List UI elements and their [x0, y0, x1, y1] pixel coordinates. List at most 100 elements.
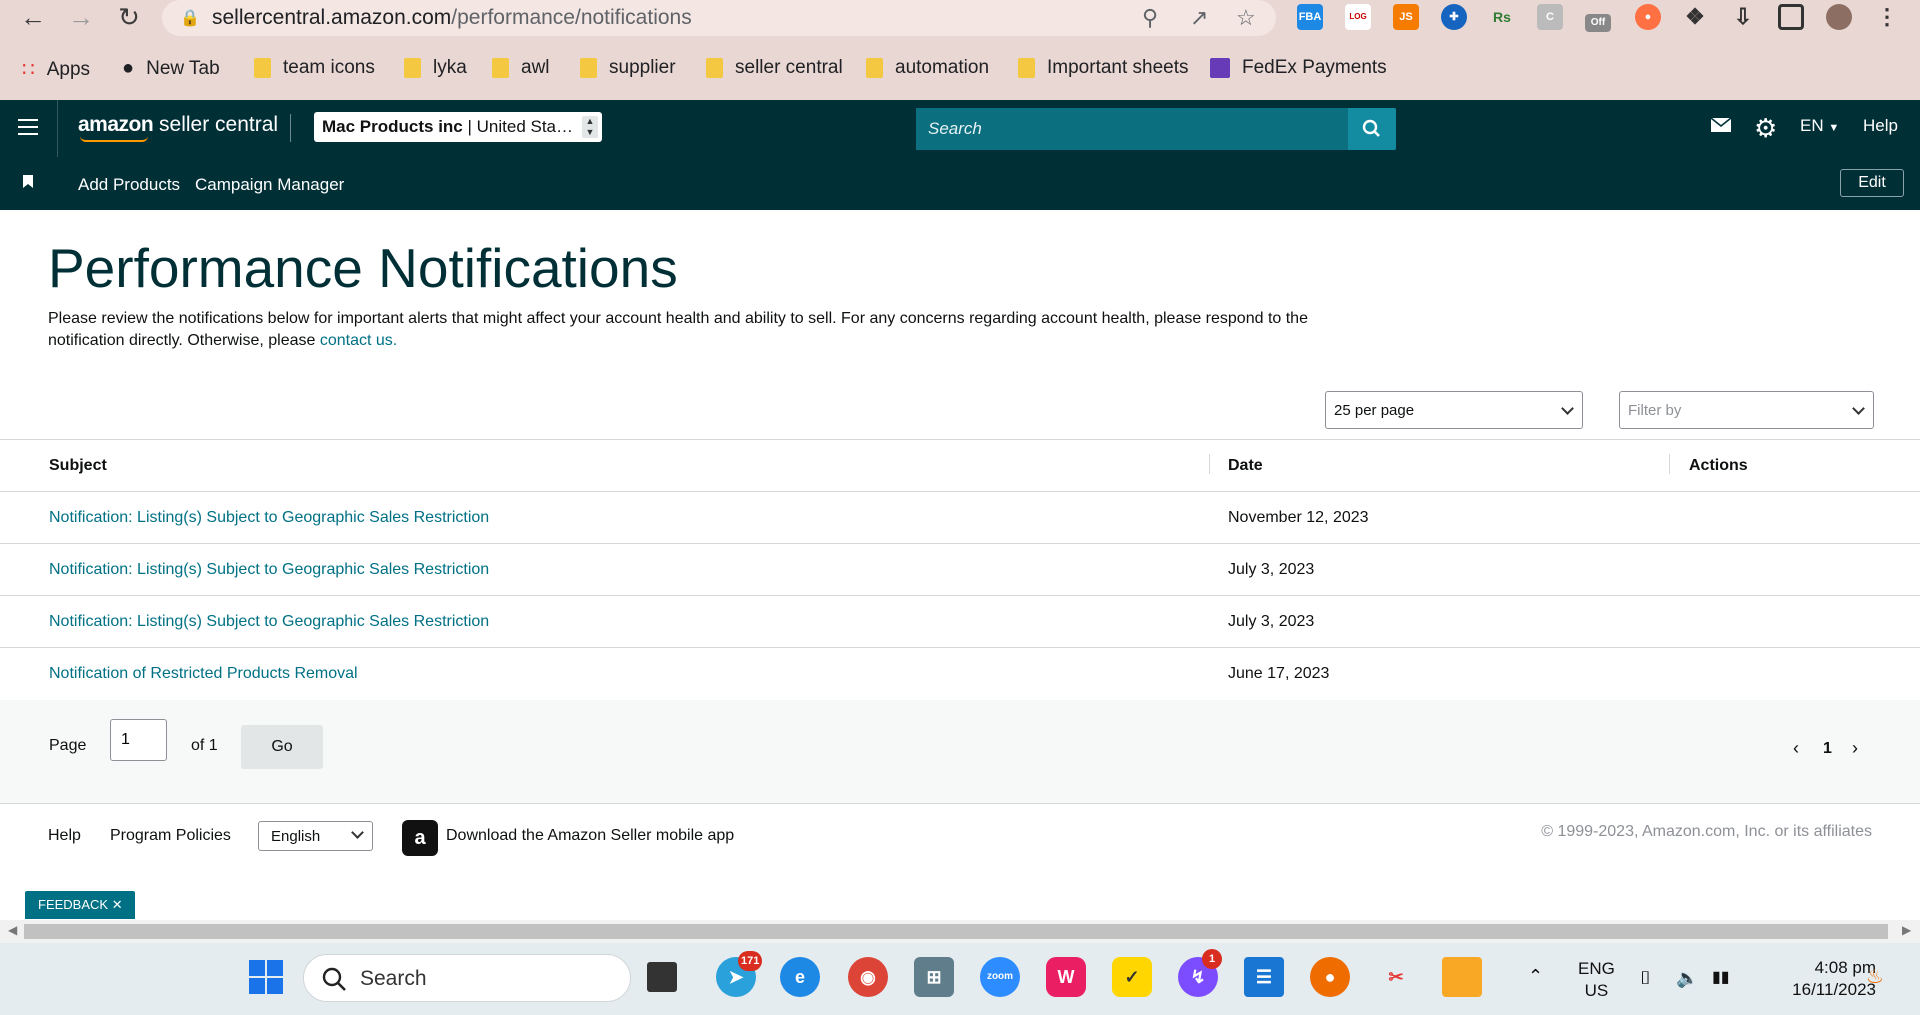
notification-subject-link[interactable]: Notification of Restricted Products Remo… [49, 665, 358, 683]
account-switcher[interactable]: Mac Products inc | United Sta… ▲ ▼ [314, 112, 602, 142]
shortcut-add-products[interactable]: Add Products [78, 175, 180, 195]
footer-language-select[interactable]: English [258, 821, 373, 851]
url-text[interactable]: sellercentral.amazon.com/performance/not… [212, 6, 692, 30]
profile-avatar[interactable] [1826, 4, 1852, 30]
edit-button[interactable]: Edit [1840, 169, 1904, 197]
per-page-select[interactable]: 25 per page [1325, 391, 1583, 429]
chevron-up-icon[interactable]: ⌃ [1528, 965, 1543, 987]
calculator-icon[interactable]: ⊞ [914, 957, 954, 997]
wifi-icon[interactable]: ⌷ [1640, 967, 1651, 989]
bookmark-team-icons[interactable]: team icons [254, 57, 375, 79]
current-page-number[interactable]: 1 [1823, 740, 1832, 758]
language-switcher[interactable]: EN ▼ [1800, 116, 1839, 136]
feedback-button[interactable]: FEEDBACK ✕ [25, 891, 135, 919]
bookmark-seller-central[interactable]: seller central [706, 57, 843, 79]
previous-page-icon[interactable]: ‹ [1793, 738, 1799, 759]
seller-central-logo[interactable]: amazon seller central [78, 113, 278, 142]
js-extension-icon[interactable]: JS [1393, 4, 1419, 30]
back-arrow-icon[interactable]: ← [18, 2, 48, 32]
account-name: Mac Products inc [322, 117, 463, 136]
search-input[interactable] [916, 108, 1348, 150]
scroll-right-icon[interactable]: ▶ [1902, 923, 1911, 937]
page-number-input[interactable] [110, 719, 167, 761]
bookmark-new-tab[interactable]: ● New Tab [122, 57, 220, 80]
bookmark-apps[interactable]: ∷ Apps [22, 57, 90, 82]
notification-subject-link[interactable]: Notification: Listing(s) Subject to Geog… [49, 509, 489, 527]
scroll-left-icon[interactable]: ◀ [8, 923, 17, 937]
footer-help-link[interactable]: Help [48, 827, 81, 845]
folder-icon [404, 58, 421, 78]
paint-icon[interactable]: ● [1310, 957, 1350, 997]
gear-icon[interactable]: ⚙ [1754, 113, 1777, 144]
help-link[interactable]: Help [1863, 116, 1898, 136]
amazon-app-icon[interactable]: a [402, 820, 438, 856]
go-button[interactable]: Go [241, 725, 323, 769]
folder-icon [580, 58, 597, 78]
bookmark-label: supplier [609, 57, 676, 78]
mail-icon[interactable] [1710, 116, 1732, 139]
taskbar-search[interactable]: Search [303, 954, 631, 1002]
scrollbar-thumb[interactable] [24, 924, 1888, 939]
off-extension-icon[interactable]: Off [1585, 14, 1611, 32]
bookmark-supplier[interactable]: supplier [580, 57, 676, 79]
snipping-tool-icon[interactable]: ✂ [1376, 957, 1416, 997]
notepad-icon[interactable]: ☰ [1244, 957, 1284, 997]
share-icon[interactable]: ↗ [1190, 5, 1208, 31]
clock[interactable]: 4:08 pm 16/11/2023 [1760, 957, 1876, 1001]
puzzle-extensions-icon[interactable]: ❖ [1682, 4, 1708, 30]
telegram-icon[interactable]: ➤ 171 [716, 951, 763, 997]
search-button[interactable] [1348, 108, 1396, 150]
globe-extension-icon[interactable]: ✚ [1441, 4, 1467, 30]
notification-subject-link[interactable]: Notification: Listing(s) Subject to Geog… [49, 561, 489, 579]
bookmark-automation[interactable]: automation [866, 57, 989, 79]
messenger-icon[interactable]: ↯ 1 [1178, 949, 1222, 997]
zoom-app-icon[interactable]: zoom [980, 957, 1020, 997]
column-header-date[interactable]: Date [1228, 457, 1263, 475]
bookmark-label: awl [521, 57, 550, 78]
ext-extension-icon[interactable]: C [1537, 4, 1563, 30]
edge-icon[interactable]: e [780, 957, 820, 997]
chevron-down-icon [1852, 402, 1865, 415]
footer-program-policies-link[interactable]: Program Policies [110, 827, 231, 845]
circle-extension-icon[interactable]: ● [1635, 4, 1661, 30]
hamburger-menu-icon[interactable] [18, 119, 38, 135]
contact-us-link[interactable]: contact us. [320, 332, 397, 349]
reload-icon[interactable]: ↻ [114, 2, 144, 32]
lang-top: ENG [1578, 959, 1615, 978]
download-icon[interactable]: ⇩ [1730, 4, 1756, 30]
fba-extension-icon[interactable]: FBA [1297, 4, 1323, 30]
bookmark-fedex-payments[interactable]: FedEx Payments [1210, 57, 1387, 79]
volume-icon[interactable]: 🔈 [1676, 967, 1698, 989]
battery-icon[interactable]: ▮▮ [1712, 967, 1730, 989]
side-panel-icon[interactable] [1778, 4, 1804, 30]
bookmark-icon[interactable] [22, 174, 34, 194]
chrome-icon[interactable]: ◉ [848, 957, 888, 997]
login-extension-icon[interactable]: LOG [1345, 4, 1371, 30]
wps-icon[interactable]: W [1046, 957, 1086, 997]
filter-select[interactable]: Filter by [1619, 391, 1874, 429]
download-app-link[interactable]: Download the Amazon Seller mobile app [446, 827, 734, 845]
file-explorer-icon[interactable] [1442, 957, 1482, 997]
feedback-label: FEEDBACK [38, 897, 109, 912]
notification-subject-link[interactable]: Notification: Listing(s) Subject to Geog… [49, 613, 489, 631]
notification-date: November 12, 2023 [1228, 509, 1369, 526]
bookmark-awl[interactable]: awl [492, 57, 550, 79]
rs-extension-icon[interactable]: Rs [1489, 4, 1515, 30]
bookmark-important-sheets[interactable]: Important sheets [1018, 57, 1189, 79]
forward-arrow-icon[interactable]: → [66, 2, 96, 32]
notification-bell-icon[interactable]: ♨ [1866, 966, 1884, 988]
sticky-notes-icon[interactable]: ✓ [1112, 957, 1152, 997]
description-text: Please review the notifications below fo… [48, 310, 1308, 349]
close-icon[interactable]: ✕ [112, 897, 123, 912]
bookmark-lyka[interactable]: lyka [404, 57, 467, 79]
zoom-icon[interactable]: ⚲ [1142, 5, 1158, 31]
menu-dots-icon[interactable]: ⋮ [1874, 4, 1900, 30]
next-page-icon[interactable]: › [1852, 738, 1858, 759]
shortcut-campaign-manager[interactable]: Campaign Manager [195, 175, 344, 195]
star-icon[interactable]: ☆ [1236, 5, 1256, 31]
address-bar[interactable]: 🔒 sellercentral.amazon.com/performance/n… [162, 0, 1276, 36]
windows-start-icon[interactable] [246, 957, 286, 997]
task-view-icon[interactable] [647, 962, 677, 992]
horizontal-scrollbar[interactable]: ◀ ▶ [0, 920, 1920, 943]
language-indicator[interactable]: ENG US [1578, 958, 1615, 1002]
